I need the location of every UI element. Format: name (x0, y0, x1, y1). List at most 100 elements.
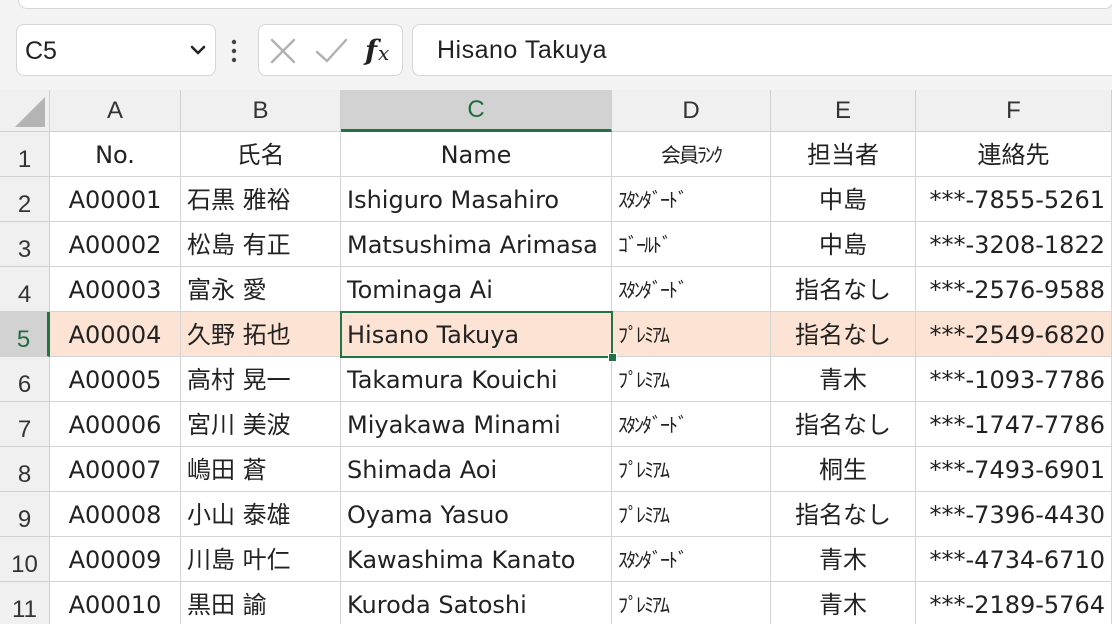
row-header-3[interactable]: 3 (0, 222, 50, 267)
row-header-10[interactable]: 10 (0, 537, 50, 582)
cell-c10[interactable]: Kawashima Kanato (341, 537, 612, 582)
cell-c6[interactable]: Takamura Kouichi (341, 357, 612, 402)
cell-b5[interactable]: 久野 拓也 (181, 312, 341, 357)
formula-bar: C5 f x Hisano Takuya (0, 14, 1112, 90)
header-cell-c1[interactable]: Name (341, 132, 612, 177)
row-header-6[interactable]: 6 (0, 357, 50, 402)
table-row: A00007 嶋田 蒼 Shimada Aoi ﾌﾟﾚﾐｱﾑ 桐生 ***-7493-69… (50, 447, 1112, 492)
cell-c4[interactable]: Tominaga Ai (341, 267, 612, 312)
cell-d8[interactable]: ﾌﾟﾚﾐｱﾑ (612, 447, 771, 492)
cell-d5[interactable]: ﾌﾟﾚﾐｱﾑ (612, 312, 771, 357)
vertical-dots-icon[interactable] (230, 38, 238, 66)
cell-a7[interactable]: A00006 (50, 402, 181, 447)
header-cell-a1[interactable]: No. (50, 132, 181, 177)
cell-b2[interactable]: 石黒 雅裕 (181, 177, 341, 222)
cell-b6[interactable]: 高村 晃一 (181, 357, 341, 402)
cell-f3[interactable]: ***-3208-1822 (916, 222, 1112, 267)
cell-e8[interactable]: 桐生 (771, 447, 916, 492)
formula-input[interactable]: Hisano Takuya (412, 24, 1112, 76)
cell-e3[interactable]: 中島 (771, 222, 916, 267)
fill-handle[interactable] (608, 353, 617, 362)
header-cell-f1[interactable]: 連絡先 (916, 132, 1112, 177)
cell-c3[interactable]: Matsushima Arimasa (341, 222, 612, 267)
cell-e7[interactable]: 指名なし (771, 402, 916, 447)
cell-e10[interactable]: 青木 (771, 537, 916, 582)
cell-d3[interactable]: ｺﾞｰﾙﾄﾞ (612, 222, 771, 267)
chevron-down-icon[interactable] (189, 41, 207, 59)
cell-b11[interactable]: 黒田 諭 (181, 582, 341, 624)
cell-c8[interactable]: Shimada Aoi (341, 447, 612, 492)
cell-c2[interactable]: Ishiguro Masahiro (341, 177, 612, 222)
cell-f8[interactable]: ***-7493-6901 (916, 447, 1112, 492)
column-header-f[interactable]: F (916, 90, 1112, 132)
cell-d4[interactable]: ｽﾀﾝﾀﾞｰﾄﾞ (612, 267, 771, 312)
select-all-triangle-icon (15, 97, 45, 127)
column-header-b[interactable]: B (181, 90, 341, 132)
cell-f10[interactable]: ***-4734-6710 (916, 537, 1112, 582)
row-header-1[interactable]: 1 (0, 132, 50, 177)
cell-a9[interactable]: A00008 (50, 492, 181, 537)
cell-e6[interactable]: 青木 (771, 357, 916, 402)
x-icon[interactable] (269, 37, 297, 65)
cell-a4[interactable]: A00003 (50, 267, 181, 312)
cell-f5[interactable]: ***-2549-6820 (916, 312, 1112, 357)
table-row: A00006 宮川 美波 Miyakawa Minami ｽﾀﾝﾀﾞｰﾄﾞ 指名なし **… (50, 402, 1112, 447)
cell-f6[interactable]: ***-1093-7786 (916, 357, 1112, 402)
cell-f11[interactable]: ***-2189-5764 (916, 582, 1112, 624)
cell-c9[interactable]: Oyama Yasuo (341, 492, 612, 537)
fx-icon[interactable]: f x (363, 34, 399, 68)
select-all-corner[interactable] (0, 90, 50, 132)
cell-f4[interactable]: ***-2576-9588 (916, 267, 1112, 312)
cell-c5[interactable]: Hisano Takuya (341, 312, 612, 357)
cell-b7[interactable]: 宮川 美波 (181, 402, 341, 447)
column-header-a[interactable]: A (50, 90, 181, 132)
header-cell-e1[interactable]: 担当者 (771, 132, 916, 177)
cell-a3[interactable]: A00002 (50, 222, 181, 267)
row-header-11[interactable]: 11 (0, 582, 50, 624)
row-header-5[interactable]: 5 (0, 312, 50, 357)
header-cell-b1[interactable]: 氏名 (181, 132, 341, 177)
cell-a6[interactable]: A00005 (50, 357, 181, 402)
column-header-e[interactable]: E (771, 90, 916, 132)
cell-d9[interactable]: ﾌﾟﾚﾐｱﾑ (612, 492, 771, 537)
cell-e5[interactable]: 指名なし (771, 312, 916, 357)
row-header-9[interactable]: 9 (0, 492, 50, 537)
cell-c7[interactable]: Miyakawa Minami (341, 402, 612, 447)
cell-d2[interactable]: ｽﾀﾝﾀﾞｰﾄﾞ (612, 177, 771, 222)
column-header-c[interactable]: C (341, 90, 612, 132)
header-cell-d1[interactable]: 会員ﾗﾝｸ (612, 132, 771, 177)
check-icon[interactable] (315, 37, 349, 65)
cell-e4[interactable]: 指名なし (771, 267, 916, 312)
cell-e11[interactable]: 青木 (771, 582, 916, 624)
name-box[interactable]: C5 (16, 24, 216, 76)
cell-b8[interactable]: 嶋田 蒼 (181, 447, 341, 492)
cell-b3[interactable]: 松島 有正 (181, 222, 341, 267)
row-header-8[interactable]: 8 (0, 447, 50, 492)
table-row: A00003 富永 愛 Tominaga Ai ｽﾀﾝﾀﾞｰﾄﾞ 指名なし ***-257… (50, 267, 1112, 312)
cell-c11[interactable]: Kuroda Satoshi (341, 582, 612, 624)
cell-f2[interactable]: ***-7855-5261 (916, 177, 1112, 222)
cell-f9[interactable]: ***-7396-4430 (916, 492, 1112, 537)
cell-a8[interactable]: A00007 (50, 447, 181, 492)
cell-a10[interactable]: A00009 (50, 537, 181, 582)
cell-a5[interactable]: A00004 (50, 312, 181, 357)
row-header-2[interactable]: 2 (0, 177, 50, 222)
cell-e9[interactable]: 指名なし (771, 492, 916, 537)
cell-d11[interactable]: ﾌﾟﾚﾐｱﾑ (612, 582, 771, 624)
formula-actions: f x (258, 24, 403, 76)
cell-f7[interactable]: ***-1747-7786 (916, 402, 1112, 447)
cell-d6[interactable]: ﾌﾟﾚﾐｱﾑ (612, 357, 771, 402)
cell-a2[interactable]: A00001 (50, 177, 181, 222)
cell-d10[interactable]: ｽﾀﾝﾀﾞｰﾄﾞ (612, 537, 771, 582)
table-row: A00010 黒田 諭 Kuroda Satoshi ﾌﾟﾚﾐｱﾑ 青木 ***-2189… (50, 582, 1112, 624)
ribbon-edge (18, 0, 1112, 9)
row-header-4[interactable]: 4 (0, 267, 50, 312)
column-header-d[interactable]: D (612, 90, 771, 132)
cell-b4[interactable]: 富永 愛 (181, 267, 341, 312)
cell-b9[interactable]: 小山 泰雄 (181, 492, 341, 537)
cell-a11[interactable]: A00010 (50, 582, 181, 624)
cell-b10[interactable]: 川島 叶仁 (181, 537, 341, 582)
row-header-7[interactable]: 7 (0, 402, 50, 447)
cell-e2[interactable]: 中島 (771, 177, 916, 222)
cell-d7[interactable]: ｽﾀﾝﾀﾞｰﾄﾞ (612, 402, 771, 447)
